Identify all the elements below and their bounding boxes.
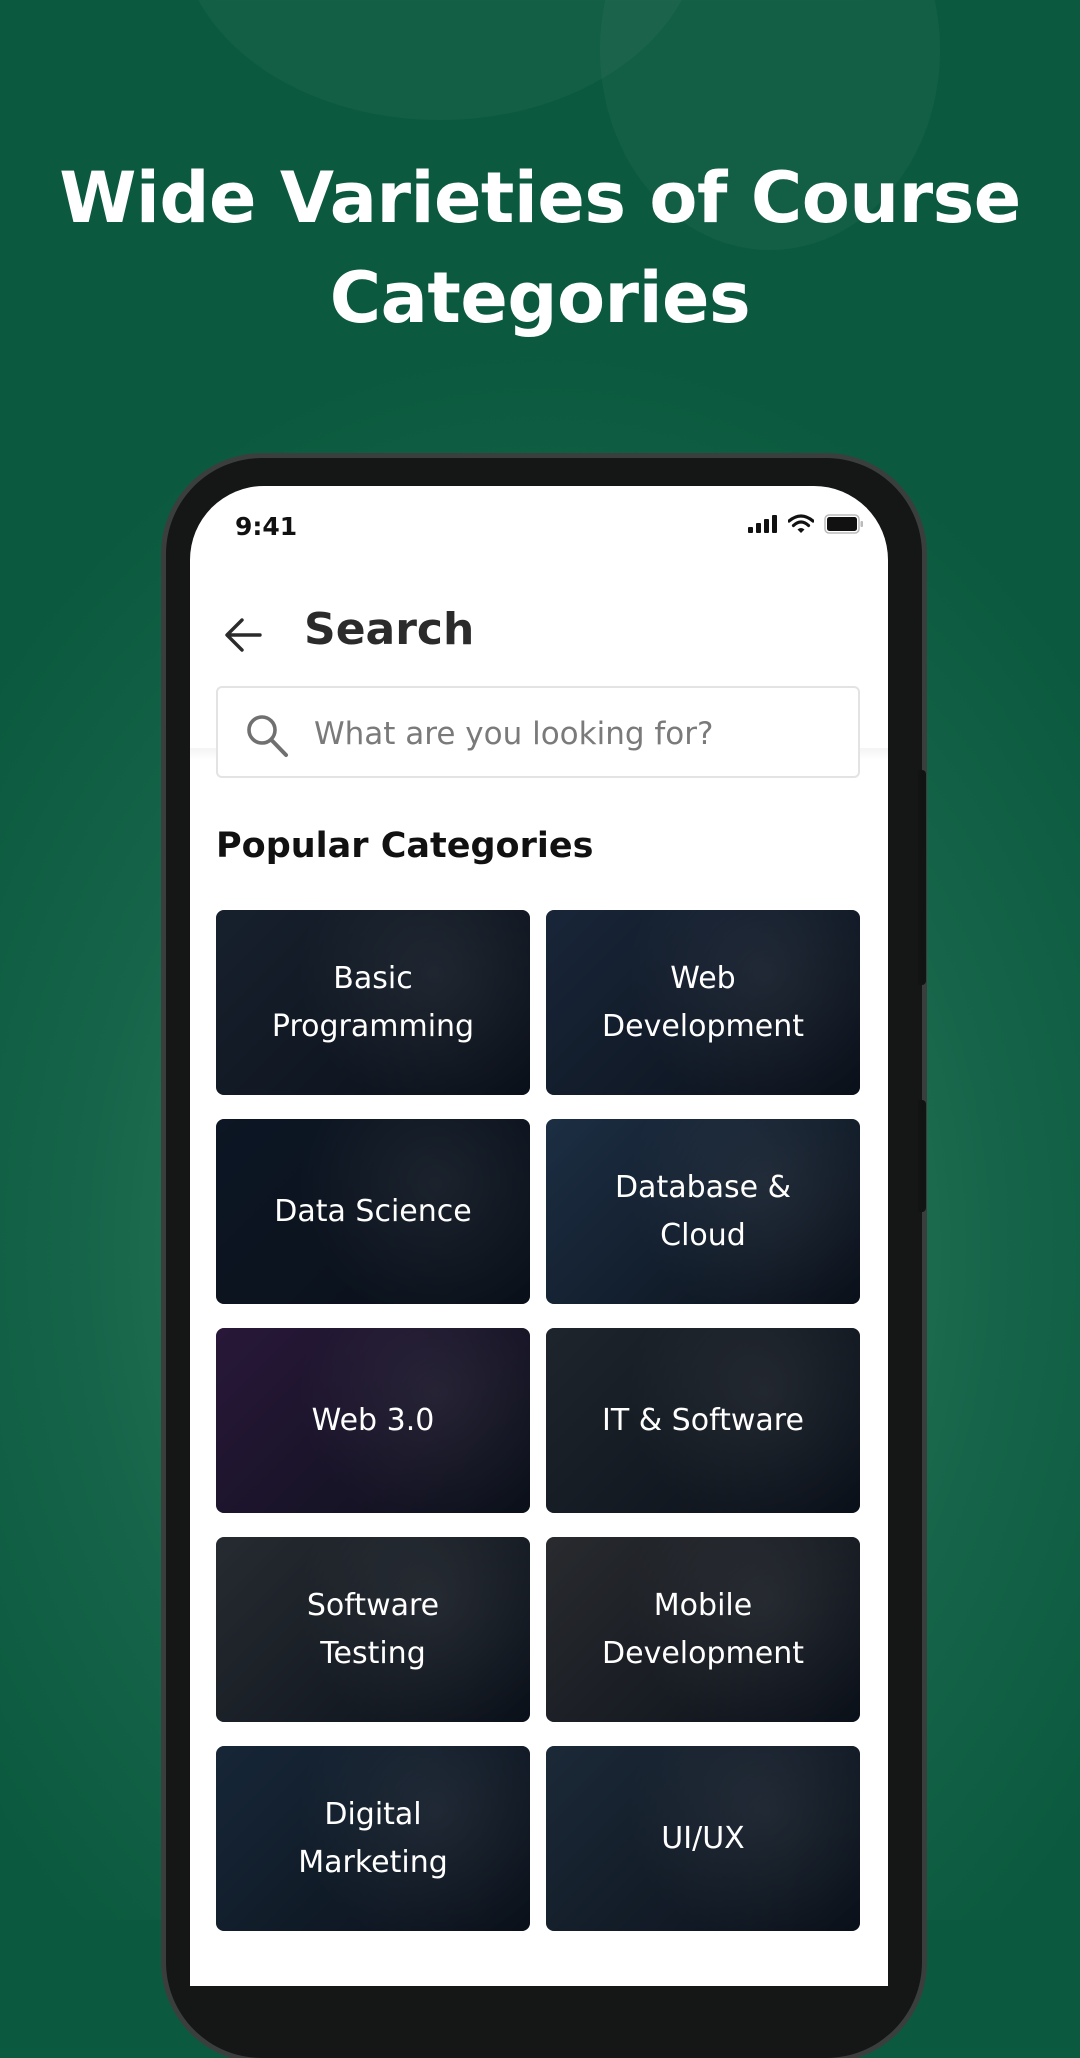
category-label: Mobile Development xyxy=(602,1587,804,1671)
category-card-web3[interactable]: Web 3.0 xyxy=(216,1328,530,1513)
section-title-popular-categories: Popular Categories xyxy=(216,826,594,866)
status-icons xyxy=(748,514,864,534)
search-icon xyxy=(247,715,288,757)
headline-line-1: Wide Varieties of Course xyxy=(59,157,1021,239)
phone-volume-button xyxy=(918,770,926,985)
category-card-it-software[interactable]: IT & Software xyxy=(546,1328,860,1513)
category-card-mobile-development[interactable]: Mobile Development xyxy=(546,1537,860,1722)
search-input[interactable] xyxy=(312,708,836,760)
category-card-software-testing[interactable]: Software Testing xyxy=(216,1537,530,1722)
app-header: Search xyxy=(190,594,888,674)
category-label: UI/UX xyxy=(661,1820,745,1856)
battery-icon xyxy=(824,514,863,534)
back-arrow-icon[interactable] xyxy=(220,612,266,658)
category-card-digital-marketing[interactable]: Digital Marketing xyxy=(216,1746,530,1931)
category-card-database-cloud[interactable]: Database & Cloud xyxy=(546,1119,860,1304)
category-label: Web 3.0 xyxy=(311,1402,435,1438)
category-card-ui-ux[interactable]: UI/UX xyxy=(546,1746,860,1931)
category-label: Database & Cloud xyxy=(614,1169,792,1253)
phone-screen: 9:41 Search What are you looking for? Po… xyxy=(190,486,888,1986)
category-label: Software Testing xyxy=(306,1587,440,1671)
status-time: 9:41 xyxy=(235,512,298,541)
phone-power-button xyxy=(918,1100,926,1212)
headline-line-2: Categories xyxy=(329,257,751,339)
category-card-data-science[interactable]: Data Science xyxy=(216,1119,530,1304)
search-field[interactable] xyxy=(216,686,860,778)
category-label: Data Science xyxy=(274,1193,472,1229)
category-label: Digital Marketing xyxy=(298,1796,448,1880)
status-bar: 9:41 xyxy=(190,486,888,566)
promo-headline: Wide Varieties of Course Categories xyxy=(0,148,1080,348)
page-title: Search xyxy=(304,604,475,655)
category-label: IT & Software xyxy=(602,1402,804,1438)
category-card-basic-programming[interactable]: Basic Programming xyxy=(216,910,530,1095)
wifi-icon xyxy=(788,514,814,533)
category-label: Web Development xyxy=(602,960,804,1044)
cellular-signal-icon xyxy=(748,515,777,533)
category-label: Basic Programming xyxy=(271,960,475,1044)
category-card-web-development[interactable]: Web Development xyxy=(546,910,860,1095)
